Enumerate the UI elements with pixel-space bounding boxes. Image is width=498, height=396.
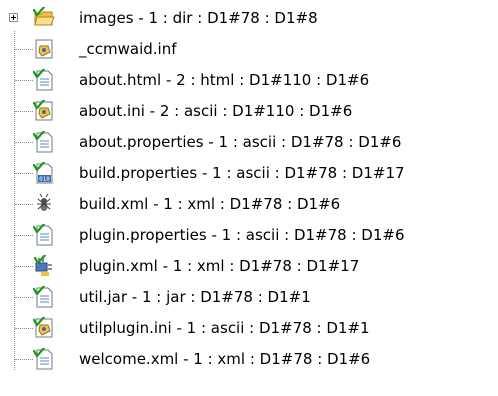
text-file-icon	[33, 69, 55, 91]
tree-item-utilplugin-ini[interactable]: utilplugin.ini - 1 : ascii : D1#78 : D1#…	[0, 312, 498, 343]
tree-item-util-jar[interactable]: util.jar - 1 : jar : D1#78 : D1#1	[0, 281, 498, 312]
text-file-icon	[33, 286, 55, 308]
ini-file-icon	[33, 317, 55, 339]
tree-item-about-ini[interactable]: about.ini - 2 : ascii : D1#110 : D1#6	[0, 95, 498, 126]
tree-item-label: _ccmwaid.inf	[79, 40, 177, 58]
tree-item-label: about.properties - 1 : ascii : D1#78 : D…	[79, 133, 402, 151]
tree-item-plugin-properties[interactable]: plugin.properties - 1 : ascii : D1#78 : …	[0, 219, 498, 250]
folder-icon	[33, 7, 55, 29]
text-file-icon	[33, 348, 55, 370]
tree-item-label: images - 1 : dir : D1#78 : D1#8	[79, 9, 318, 27]
ant-build-icon	[33, 193, 55, 215]
tree-item-label: utilplugin.ini - 1 : ascii : D1#78 : D1#…	[79, 319, 370, 337]
tree-item-label: about.ini - 2 : ascii : D1#110 : D1#6	[79, 102, 353, 120]
tree-item-label: plugin.properties - 1 : ascii : D1#78 : …	[79, 226, 405, 244]
text-file-icon	[33, 131, 55, 153]
tree-item-label: plugin.xml - 1 : xml : D1#78 : D1#17	[79, 257, 360, 275]
expand-icon[interactable]	[9, 13, 18, 22]
tree-item-about-properties[interactable]: about.properties - 1 : ascii : D1#78 : D…	[0, 126, 498, 157]
tree-item-images[interactable]: images - 1 : dir : D1#78 : D1#8	[0, 2, 498, 33]
tree-item-build-properties[interactable]: 010 build.properties - 1 : ascii : D1#78…	[0, 157, 498, 188]
tree-item-ccmwaid[interactable]: _ccmwaid.inf	[0, 33, 498, 64]
text-file-icon	[33, 224, 55, 246]
tree-item-label: build.xml - 1 : xml : D1#78 : D1#6	[79, 195, 341, 213]
tree-item-plugin-xml[interactable]: plugin.xml - 1 : xml : D1#78 : D1#17	[0, 250, 498, 281]
tree-item-label: welcome.xml - 1 : xml : D1#78 : D1#6	[79, 350, 371, 368]
tree-item-about-html[interactable]: about.html - 2 : html : D1#110 : D1#6	[0, 64, 498, 95]
tree-item-build-xml[interactable]: build.xml - 1 : xml : D1#78 : D1#6	[0, 188, 498, 219]
plugin-xml-icon	[33, 255, 55, 277]
ini-file-icon	[33, 100, 55, 122]
file-tree: images - 1 : dir : D1#78 : D1#8 _ccmwaid…	[0, 0, 498, 396]
tree-item-label: about.html - 2 : html : D1#110 : D1#6	[79, 71, 370, 89]
tree-item-label: util.jar - 1 : jar : D1#78 : D1#1	[79, 288, 311, 306]
svg-text:010: 010	[39, 176, 50, 183]
ini-file-icon	[33, 38, 55, 60]
binary-properties-icon: 010	[33, 162, 55, 184]
tree-item-welcome-xml[interactable]: welcome.xml - 1 : xml : D1#78 : D1#6	[0, 343, 498, 374]
tree-item-label: build.properties - 1 : ascii : D1#78 : D…	[79, 164, 405, 182]
